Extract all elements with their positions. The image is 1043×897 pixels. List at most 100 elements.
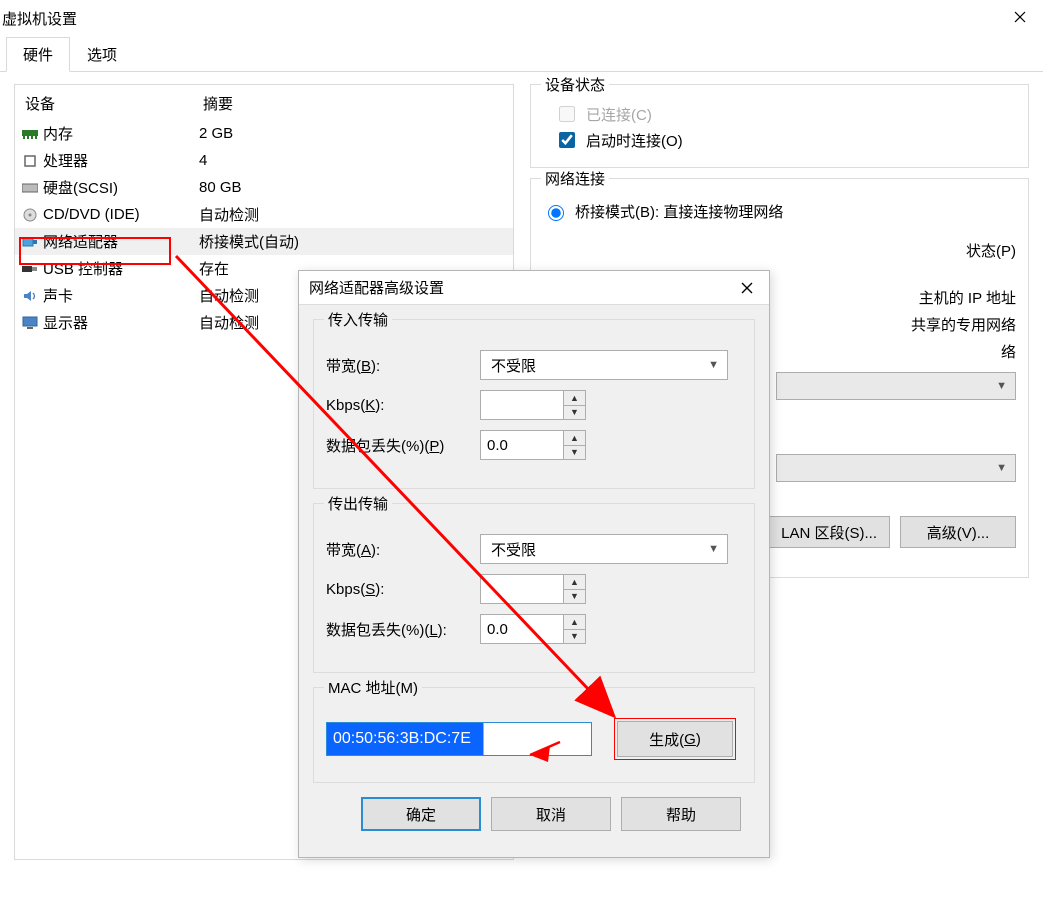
combo-2[interactable]: ▼ — [776, 454, 1016, 482]
close-icon — [1014, 11, 1026, 23]
dialog-titlebar: 网络适配器高级设置 — [299, 271, 769, 305]
display-icon — [21, 315, 39, 331]
tab-options[interactable]: 选项 — [70, 37, 134, 72]
bandwidth-out-select[interactable]: 不受限▼ — [480, 534, 728, 564]
device-label: 硬盘(SCSI) — [43, 177, 118, 198]
group-title: 设备状态 — [541, 74, 609, 95]
mac-group: MAC 地址(M) 生成(G) — [313, 687, 755, 783]
status-label: 状态(P) — [966, 243, 1016, 260]
cancel-button[interactable]: 取消 — [491, 797, 611, 831]
list-item-cpu[interactable]: 处理器 4 — [15, 147, 513, 174]
bandwidth-out-label: 带宽(A): — [326, 539, 480, 560]
lan-segments-button[interactable]: LAN 区段(S)... — [768, 516, 890, 548]
dialog-close-button[interactable] — [733, 277, 761, 299]
dialog-title: 网络适配器高级设置 — [309, 277, 444, 298]
device-status-group: 设备状态 已连接(C) 启动时连接(O) — [530, 84, 1029, 168]
list-item-cd[interactable]: CD/DVD (IDE) 自动检测 — [15, 201, 513, 228]
loss-out-label: 数据包丢失(%)(L): — [326, 619, 480, 640]
device-summary: 80 GB — [199, 179, 505, 196]
connected-checkbox[interactable] — [559, 106, 575, 122]
chevron-down-icon: ▼ — [996, 380, 1007, 392]
spin-down-button[interactable]: ▼ — [564, 406, 585, 420]
cd-icon — [21, 207, 39, 223]
disk-icon — [21, 180, 39, 196]
spin-up-button[interactable]: ▲ — [564, 575, 585, 590]
list-item-disk[interactable]: 硬盘(SCSI) 80 GB — [15, 174, 513, 201]
loss-out-spinner: ▲▼ — [480, 614, 586, 644]
chevron-down-icon: ▼ — [708, 543, 719, 555]
spin-up-button[interactable]: ▲ — [564, 391, 585, 406]
kbps-in-label: Kbps(K): — [326, 397, 480, 414]
kbps-out-input[interactable] — [480, 574, 564, 604]
usb-icon — [21, 261, 39, 277]
connect-at-poweron-checkbox[interactable] — [559, 132, 575, 148]
spin-down-button[interactable]: ▼ — [564, 590, 585, 604]
kbps-in-input[interactable] — [480, 390, 564, 420]
sound-icon — [21, 288, 39, 304]
group-title: 传出传输 — [324, 493, 392, 514]
bandwidth-in-label: 带宽(B): — [326, 355, 480, 376]
vm-settings-window: 虚拟机设置 硬件 选项 设备 摘要 内存 2 GB 处理器 4 硬盘(SCSI) — [0, 0, 1043, 897]
dialog-body: 传入传输 带宽(B): 不受限▼ Kbps(K): ▲▼ 数据包丢失(%)(P) — [299, 305, 769, 841]
spin-up-button[interactable]: ▲ — [564, 615, 585, 630]
group-title: 传入传输 — [324, 309, 392, 330]
ok-button[interactable]: 确定 — [361, 797, 481, 831]
tab-hardware[interactable]: 硬件 — [6, 37, 70, 72]
titlebar: 虚拟机设置 — [0, 0, 1043, 36]
device-label: 处理器 — [43, 150, 88, 171]
list-item-nic[interactable]: 网络适配器 桥接模式(自动) — [15, 228, 513, 255]
host-private-label: 共享的专用网络 — [911, 317, 1016, 334]
device-label: USB 控制器 — [43, 258, 123, 279]
dialog-footer: 确定 取消 帮助 — [313, 797, 755, 831]
combo-1[interactable]: ▼ — [776, 372, 1016, 400]
loss-in-label: 数据包丢失(%)(P) — [326, 435, 480, 456]
chevron-down-icon: ▼ — [708, 359, 719, 371]
help-button[interactable]: 帮助 — [621, 797, 741, 831]
device-summary: 4 — [199, 152, 505, 169]
device-summary: 桥接模式(自动) — [199, 231, 505, 252]
window-close-button[interactable] — [997, 1, 1043, 33]
connect-at-poweron-label: 启动时连接(O) — [586, 130, 683, 151]
nic-icon — [21, 234, 39, 250]
generate-button[interactable]: 生成(G) — [617, 721, 733, 757]
device-label: 网络适配器 — [43, 231, 118, 252]
bridged-label: 桥接模式(B): 直接连接物理网络 — [575, 201, 783, 222]
mac-address-input[interactable] — [326, 722, 592, 756]
loss-out-input[interactable] — [480, 614, 564, 644]
device-summary: 2 GB — [199, 125, 505, 142]
loss-in-spinner: ▲▼ — [480, 430, 586, 460]
bridged-radio[interactable] — [548, 205, 564, 221]
spin-down-button[interactable]: ▼ — [564, 630, 585, 644]
spin-up-button[interactable]: ▲ — [564, 431, 585, 446]
host-ip-label: 主机的 IP 地址 — [919, 290, 1016, 307]
group-title: 网络连接 — [541, 168, 609, 189]
list-header: 设备 摘要 — [15, 85, 513, 120]
net-label: 络 — [1001, 344, 1016, 361]
kbps-out-label: Kbps(S): — [326, 581, 480, 598]
kbps-out-spinner: ▲▼ — [480, 574, 586, 604]
header-summary: 摘要 — [203, 93, 505, 114]
memory-icon — [21, 126, 39, 142]
advanced-settings-dialog: 网络适配器高级设置 传入传输 带宽(B): 不受限▼ Kbps(K): ▲▼ — [298, 270, 770, 858]
header-device: 设备 — [25, 93, 203, 114]
annotation-highlight: 生成(G) — [614, 718, 736, 760]
spin-down-button[interactable]: ▼ — [564, 446, 585, 460]
incoming-group: 传入传输 带宽(B): 不受限▼ Kbps(K): ▲▼ 数据包丢失(%)(P) — [313, 319, 755, 489]
bandwidth-in-select[interactable]: 不受限▼ — [480, 350, 728, 380]
window-title: 虚拟机设置 — [2, 8, 77, 29]
list-item-memory[interactable]: 内存 2 GB — [15, 120, 513, 147]
loss-in-input[interactable] — [480, 430, 564, 460]
advanced-button[interactable]: 高级(V)... — [900, 516, 1016, 548]
tab-strip: 硬件 选项 — [0, 40, 1043, 72]
device-label: 声卡 — [43, 285, 73, 306]
group-title: MAC 地址(M) — [324, 677, 422, 698]
outgoing-group: 传出传输 带宽(A): 不受限▼ Kbps(S): ▲▼ 数据包丢失(%)(L)… — [313, 503, 755, 673]
device-label: CD/DVD (IDE) — [43, 206, 140, 223]
device-summary: 自动检测 — [199, 204, 505, 225]
device-label: 内存 — [43, 123, 73, 144]
close-icon — [741, 282, 753, 294]
device-label: 显示器 — [43, 312, 88, 333]
cpu-icon — [21, 153, 39, 169]
kbps-in-spinner: ▲▼ — [480, 390, 586, 420]
chevron-down-icon: ▼ — [996, 462, 1007, 474]
